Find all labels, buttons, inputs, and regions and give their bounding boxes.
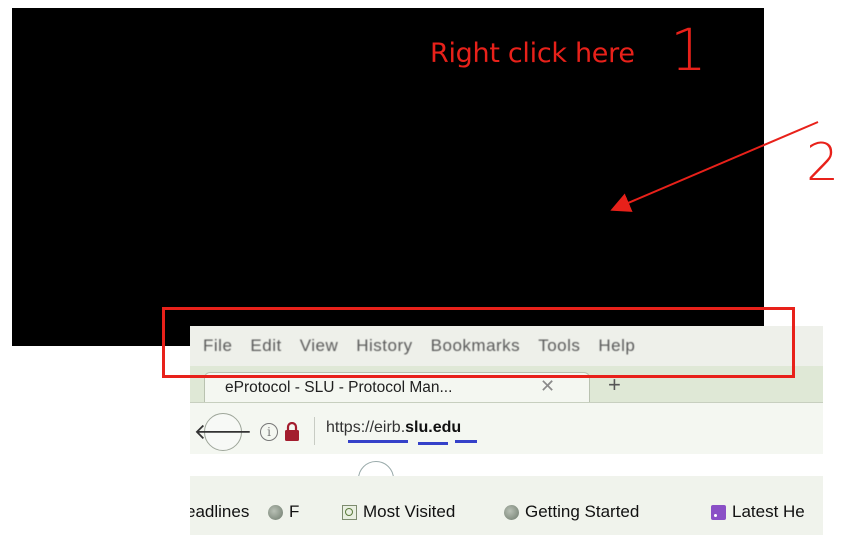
step1-number: 1 xyxy=(670,16,707,84)
redaction-mark xyxy=(348,440,408,443)
back-button[interactable]: 🡐 xyxy=(194,413,253,451)
bookmark-label: eadlines xyxy=(190,502,250,521)
bookmarks-toolbar-partial: eadlines F xyxy=(190,476,336,535)
url-host: slu.edu xyxy=(405,419,462,436)
step2-number: 2 xyxy=(806,133,840,193)
bookmark-label: Latest He xyxy=(732,502,805,521)
bookmark-label: Most Visited xyxy=(363,502,456,521)
bookmark-label: Getting Started xyxy=(525,502,640,521)
url-field[interactable]: https://eirb.slu.edu xyxy=(326,419,461,437)
url-prefix: https://eirb. xyxy=(326,419,406,436)
tab-title: eProtocol - SLU - Protocol Man... xyxy=(225,379,453,396)
url-separator xyxy=(314,417,315,445)
lock-icon xyxy=(285,422,299,441)
bookmark-latest-headlines[interactable]: Latest He xyxy=(711,502,805,522)
annotation-panel xyxy=(12,8,764,346)
menu-bar-highlight xyxy=(162,307,795,378)
redaction-mark xyxy=(455,440,477,443)
search-icon xyxy=(342,504,357,520)
content-strip xyxy=(190,454,823,476)
bookmark-most-visited[interactable]: Most Visited xyxy=(342,502,455,522)
globe-icon xyxy=(504,504,519,520)
redaction-mark xyxy=(418,442,448,445)
back-arrow-icon: 🡐 xyxy=(193,419,253,444)
rss-icon xyxy=(711,504,726,520)
bookmark-headlines-partial[interactable]: eadlines xyxy=(190,502,249,522)
step1-label: Right click here xyxy=(430,38,635,69)
bookmark-getting-started[interactable]: Getting Started xyxy=(504,502,639,522)
bookmark-partial[interactable]: F xyxy=(268,502,299,522)
globe-icon xyxy=(268,504,283,520)
info-icon[interactable]: i xyxy=(260,423,278,441)
bookmark-label: F xyxy=(289,502,300,521)
close-tab-icon[interactable]: ✕ xyxy=(540,376,555,397)
